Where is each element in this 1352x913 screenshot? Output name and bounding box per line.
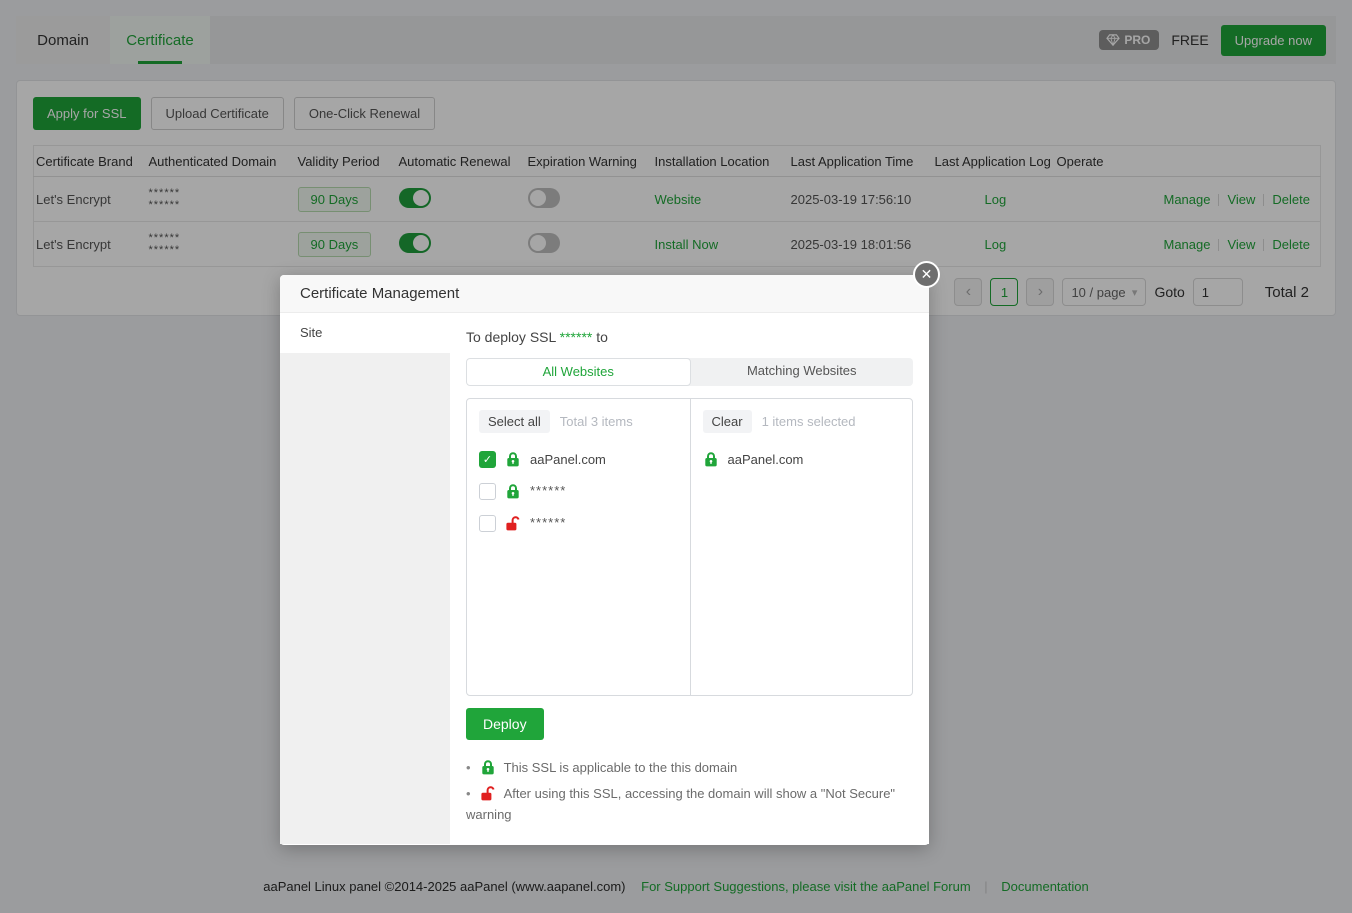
list-item[interactable]: ******: [467, 507, 690, 539]
note-applicable: • This SSL is applicable to the this doma…: [466, 757, 896, 778]
modal-sidebar: Site: [280, 313, 450, 844]
modal-title: Certificate Management: [300, 285, 459, 302]
lock-closed-icon: [480, 759, 496, 775]
site-label: aaPanel.com: [530, 452, 606, 467]
lock-open-icon: [480, 785, 496, 801]
tab-matching-websites[interactable]: Matching Websites: [691, 358, 914, 386]
bullet-icon: •: [466, 760, 471, 775]
certificate-management-modal: ✕ Certificate Management Site To deploy …: [280, 275, 929, 845]
website-filter-tabs: All Websites Matching Websites: [466, 358, 913, 386]
close-icon: ✕: [921, 266, 933, 283]
tab-all-websites[interactable]: All Websites: [466, 358, 691, 386]
modal-close-button[interactable]: ✕: [913, 261, 940, 288]
check-icon: ✓: [483, 453, 492, 466]
site-label: ******: [530, 517, 566, 529]
lock-closed-icon: [505, 483, 521, 499]
selected-panel-header: Clear 1 items selected: [691, 399, 913, 433]
lock-closed-icon: [505, 451, 521, 467]
sidebar-item-label: Site: [300, 325, 322, 340]
clear-button[interactable]: Clear: [703, 410, 752, 433]
item-checkbox-unchecked[interactable]: [479, 515, 496, 532]
list-item[interactable]: ✓ aaPanel.com: [467, 443, 690, 475]
note-text: This SSL is applicable to the this domai…: [504, 760, 738, 775]
site-label: aaPanel.com: [728, 452, 804, 467]
item-checkbox-checked[interactable]: ✓: [479, 451, 496, 468]
sidebar-item-site[interactable]: Site: [280, 313, 450, 353]
deploy-line-prefix: To deploy SSL: [466, 329, 560, 345]
ssl-name: ******: [560, 329, 593, 345]
transfer-source-panel: Select all Total 3 items ✓ aaPanel.com *: [467, 399, 690, 695]
transfer-selected-panel: Clear 1 items selected aaPanel.com: [690, 399, 913, 695]
source-item-list: ✓ aaPanel.com ****** ******: [467, 443, 690, 539]
lock-closed-icon: [703, 451, 719, 467]
source-summary: Total 3 items: [560, 414, 633, 429]
selected-item-list: aaPanel.com: [691, 443, 913, 475]
note-text: After using this SSL, accessing the doma…: [466, 786, 895, 822]
modal-content: To deploy SSL ****** to All Websites Mat…: [450, 313, 929, 844]
item-checkbox-unchecked[interactable]: [479, 483, 496, 500]
deploy-target-line: To deploy SSL ****** to: [466, 329, 913, 345]
modal-header: Certificate Management: [280, 275, 929, 313]
list-item[interactable]: ******: [467, 475, 690, 507]
bullet-icon: •: [466, 786, 471, 801]
source-panel-header: Select all Total 3 items: [467, 399, 690, 433]
ssl-notes: • This SSL is applicable to the this doma…: [466, 757, 896, 825]
list-item[interactable]: aaPanel.com: [691, 443, 913, 475]
selected-summary: 1 items selected: [762, 414, 856, 429]
deploy-line-suffix: to: [592, 329, 608, 345]
lock-open-icon: [505, 515, 521, 531]
modal-body: Site To deploy SSL ****** to All Website…: [280, 313, 929, 844]
note-not-secure: •After using this SSL, accessing the dom…: [466, 783, 896, 825]
site-label: ******: [530, 485, 566, 497]
select-all-button[interactable]: Select all: [479, 410, 550, 433]
deploy-button[interactable]: Deploy: [466, 708, 544, 740]
website-transfer-list: Select all Total 3 items ✓ aaPanel.com *: [466, 398, 913, 696]
